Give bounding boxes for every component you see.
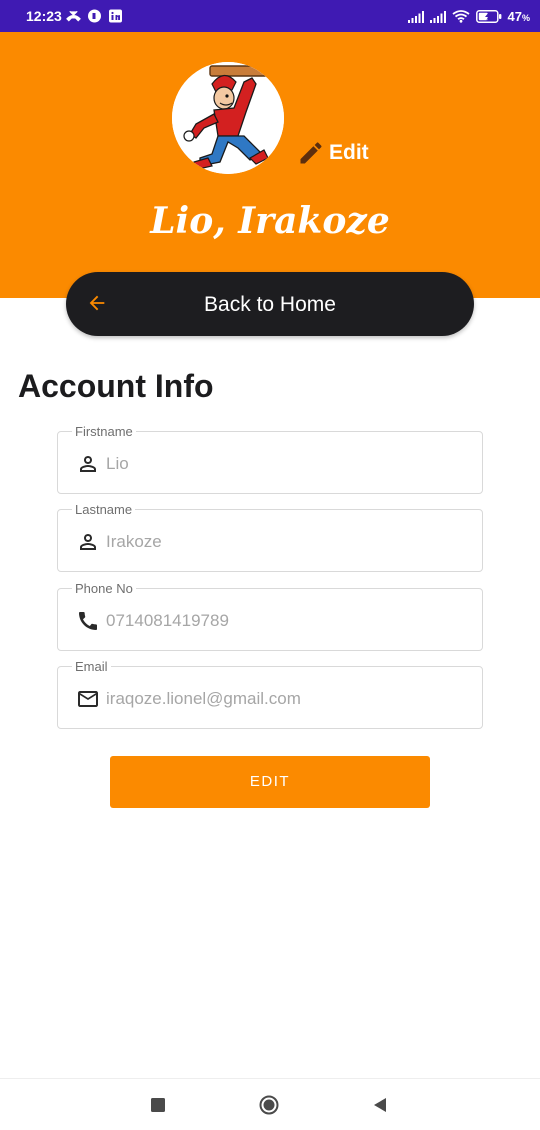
email-label: Email	[72, 659, 111, 674]
linkedin-icon	[109, 9, 122, 23]
account-info-title: Account Info	[18, 368, 214, 404]
back-to-home-label: Back to Home	[204, 293, 336, 316]
pencil-icon	[300, 142, 322, 164]
phone-value: 0714081419789	[106, 611, 229, 630]
missed-call-icon	[66, 10, 81, 22]
battery-percent: 47%	[507, 9, 530, 24]
firstname-field[interactable]: Firstname Lio	[57, 424, 483, 494]
system-nav-bar	[0, 1078, 540, 1130]
lastname-value: Irakoze	[106, 532, 162, 551]
phone-icon	[79, 612, 97, 630]
signal-2-icon	[429, 10, 446, 23]
user-name: Lio, Irakoze	[150, 200, 390, 242]
lastname-field[interactable]: Lastname Irakoze	[57, 502, 483, 572]
edit-photo-button[interactable]: Edit	[297, 139, 369, 167]
pizza-delivery-mascot-image	[172, 62, 284, 174]
mail-icon	[78, 691, 98, 707]
recent-apps-icon[interactable]	[148, 1095, 168, 1115]
home-icon[interactable]	[259, 1095, 279, 1115]
avatar[interactable]	[172, 62, 284, 174]
profile-header: Edit Lio, Irakoze	[0, 32, 540, 298]
phone-label: Phone No	[72, 581, 136, 596]
back-nav-icon[interactable]	[370, 1095, 390, 1115]
phone-field[interactable]: Phone No 0714081419789	[57, 581, 483, 651]
battery-icon	[475, 10, 501, 23]
back-to-home-button[interactable]: Back to Home	[66, 272, 474, 336]
status-time: 12:23	[26, 8, 62, 24]
status-bar: 12:23 47%	[0, 0, 540, 32]
edit-photo-label: Edit	[329, 141, 369, 164]
firstname-label: Firstname	[72, 424, 136, 439]
email-field[interactable]: Email iraqoze.lionel@gmail.com	[57, 659, 483, 729]
edit-button[interactable]: EDIT	[110, 756, 430, 808]
signal-icon	[407, 10, 424, 23]
person-icon	[80, 534, 96, 550]
email-value: iraqoze.lionel@gmail.com	[106, 689, 301, 708]
wifi-icon	[451, 10, 470, 23]
person-icon	[80, 456, 96, 472]
lastname-label: Lastname	[72, 502, 136, 517]
app-notification-icon	[88, 9, 101, 23]
firstname-value: Lio	[106, 454, 129, 473]
